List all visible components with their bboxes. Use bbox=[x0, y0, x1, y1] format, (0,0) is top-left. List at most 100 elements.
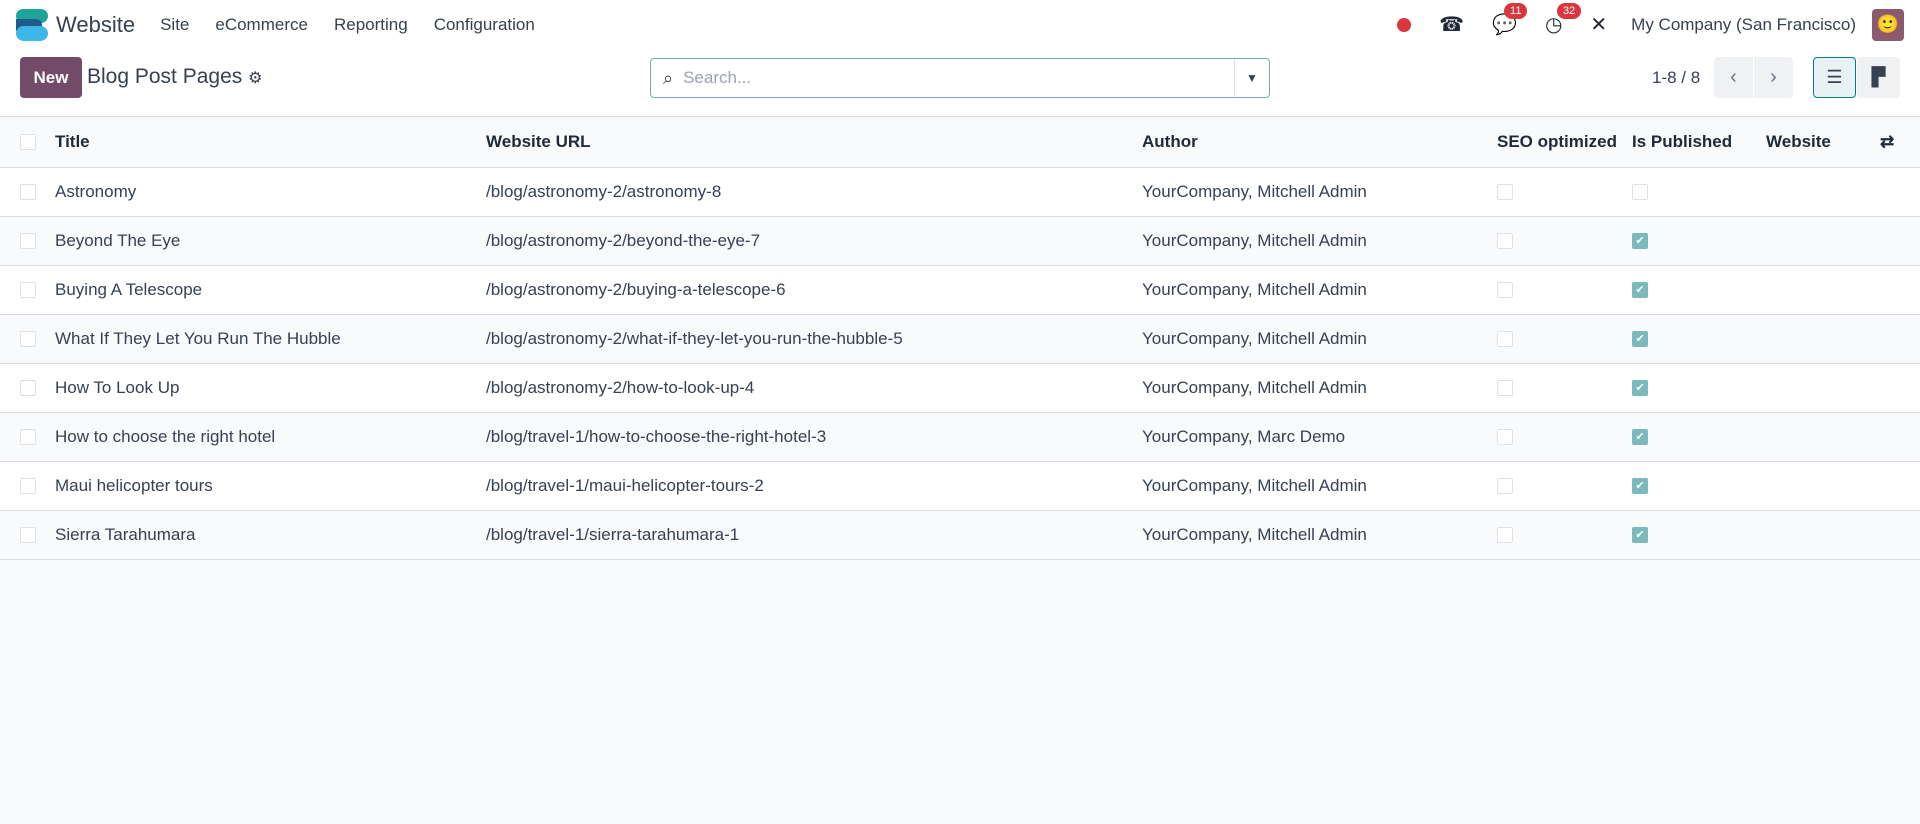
seo-optimized-checkbox bbox=[1497, 282, 1513, 299]
seo-optimized-checkbox bbox=[1497, 478, 1513, 495]
cell-website[interactable] bbox=[1766, 265, 1880, 315]
messages-badge: 11 bbox=[1504, 3, 1528, 19]
seo-optimized-checkbox bbox=[1497, 527, 1513, 544]
gear-icon[interactable]: ⚙ bbox=[248, 70, 262, 87]
row-select-checkbox[interactable] bbox=[20, 429, 36, 446]
row-select-checkbox[interactable] bbox=[20, 184, 36, 201]
is-published-checkbox: ✔ bbox=[1632, 478, 1648, 495]
cell-title[interactable]: How To Look Up bbox=[55, 363, 486, 413]
cell-website[interactable] bbox=[1766, 412, 1880, 462]
cell-website[interactable] bbox=[1766, 461, 1880, 511]
table-row[interactable]: Sierra Tarahumara /blog/travel-1/sierra-… bbox=[0, 510, 1920, 560]
select-all-checkbox[interactable] bbox=[20, 134, 36, 151]
search-options-toggle[interactable]: ▼ bbox=[1234, 59, 1269, 97]
is-published-checkbox: ✔ bbox=[1632, 380, 1648, 397]
row-select-checkbox[interactable] bbox=[20, 331, 36, 348]
caret-down-icon: ▼ bbox=[1246, 71, 1258, 85]
column-website[interactable]: Website bbox=[1766, 117, 1880, 168]
menu-site[interactable]: Site bbox=[160, 15, 189, 35]
column-seo-optimized[interactable]: SEO optimized bbox=[1497, 117, 1632, 168]
pager-next-button[interactable]: › bbox=[1754, 57, 1793, 98]
is-published-checkbox: ✔ bbox=[1632, 282, 1648, 299]
cell-author[interactable]: YourCompany, Mitchell Admin bbox=[1142, 265, 1497, 315]
cell-title[interactable]: How to choose the right hotel bbox=[55, 412, 486, 462]
table-row[interactable]: What If They Let You Run The Hubble /blo… bbox=[0, 314, 1920, 364]
company-switcher[interactable]: My Company (San Francisco) bbox=[1631, 15, 1856, 35]
menu-reporting[interactable]: Reporting bbox=[334, 15, 408, 35]
menu-ecommerce[interactable]: eCommerce bbox=[215, 15, 308, 35]
cell-website[interactable] bbox=[1766, 314, 1880, 364]
cell-title[interactable]: Astronomy bbox=[55, 167, 486, 217]
list-view-button[interactable]: ☰ bbox=[1813, 57, 1856, 98]
cell-title[interactable]: Maui helicopter tours bbox=[55, 461, 486, 511]
table-row[interactable]: Buying A Telescope /blog/astronomy-2/buy… bbox=[0, 265, 1920, 315]
pager-value[interactable]: 1-8 / 8 bbox=[1652, 68, 1700, 88]
seo-optimized-checkbox bbox=[1497, 380, 1513, 397]
cell-website-url[interactable]: /blog/travel-1/maui-helicopter-tours-2 bbox=[486, 461, 1142, 511]
column-website-url[interactable]: Website URL bbox=[486, 117, 1142, 168]
menu-configuration[interactable]: Configuration bbox=[434, 15, 535, 35]
cell-title[interactable]: Sierra Tarahumara bbox=[55, 510, 486, 560]
app-name[interactable]: Website bbox=[56, 12, 135, 38]
cell-title[interactable]: What If They Let You Run The Hubble bbox=[55, 314, 486, 364]
is-published-checkbox bbox=[1632, 184, 1648, 201]
cell-author[interactable]: YourCompany, Mitchell Admin bbox=[1142, 314, 1497, 364]
seo-optimized-checkbox bbox=[1497, 429, 1513, 446]
is-published-checkbox: ✔ bbox=[1632, 429, 1648, 446]
messages-icon[interactable]: 💬 11 bbox=[1492, 3, 1528, 37]
cell-title[interactable]: Buying A Telescope bbox=[55, 265, 486, 315]
breadcrumb-title: Blog Post Pages bbox=[87, 65, 243, 88]
cell-website-url[interactable]: /blog/astronomy-2/how-to-look-up-4 bbox=[486, 363, 1142, 413]
recording-dot-icon[interactable] bbox=[1397, 17, 1412, 32]
debug-tools-icon[interactable]: ✕ bbox=[1590, 12, 1607, 37]
cell-title[interactable]: Beyond The Eye bbox=[55, 216, 486, 266]
cell-website[interactable] bbox=[1766, 510, 1880, 560]
cell-website-url[interactable]: /blog/astronomy-2/what-if-they-let-you-r… bbox=[486, 314, 1142, 364]
row-select-checkbox[interactable] bbox=[20, 527, 36, 544]
list-icon: ☰ bbox=[1826, 67, 1843, 87]
row-select-checkbox[interactable] bbox=[20, 380, 36, 397]
cell-author[interactable]: YourCompany, Mitchell Admin bbox=[1142, 461, 1497, 511]
seo-optimized-checkbox bbox=[1497, 184, 1513, 201]
table-row[interactable]: Maui helicopter tours /blog/travel-1/mau… bbox=[0, 461, 1920, 511]
new-button[interactable]: New bbox=[20, 57, 82, 98]
cell-website-url[interactable]: /blog/astronomy-2/beyond-the-eye-7 bbox=[486, 216, 1142, 266]
cell-website-url[interactable]: /blog/astronomy-2/astronomy-8 bbox=[486, 167, 1142, 217]
table-row[interactable]: Astronomy /blog/astronomy-2/astronomy-8 … bbox=[0, 167, 1920, 217]
row-select-checkbox[interactable] bbox=[20, 233, 36, 250]
column-is-published[interactable]: Is Published bbox=[1632, 117, 1766, 168]
row-select-checkbox[interactable] bbox=[20, 478, 36, 495]
cell-website[interactable] bbox=[1766, 216, 1880, 266]
chevron-left-icon: ‹ bbox=[1730, 66, 1737, 88]
pager-previous-button[interactable]: ‹ bbox=[1714, 57, 1753, 98]
kanban-view-button[interactable]: ▛ bbox=[1857, 57, 1900, 98]
cell-website[interactable] bbox=[1766, 167, 1880, 217]
optional-columns-toggle-icon[interactable]: ⇄ bbox=[1880, 132, 1894, 151]
top-navbar: Website Site eCommerce Reporting Configu… bbox=[0, 0, 1920, 49]
cell-author[interactable]: YourCompany, Mitchell Admin bbox=[1142, 510, 1497, 560]
search-input[interactable] bbox=[683, 68, 1234, 88]
table-row[interactable]: How to choose the right hotel /blog/trav… bbox=[0, 412, 1920, 462]
activities-clock-icon[interactable]: ◷ 32 bbox=[1545, 3, 1582, 37]
table-row[interactable]: Beyond The Eye /blog/astronomy-2/beyond-… bbox=[0, 216, 1920, 266]
kanban-icon: ▛ bbox=[1871, 67, 1886, 87]
seo-optimized-checkbox bbox=[1497, 331, 1513, 348]
phone-icon[interactable]: ☎ bbox=[1439, 12, 1464, 37]
column-title[interactable]: Title bbox=[55, 117, 486, 168]
row-select-checkbox[interactable] bbox=[20, 282, 36, 299]
cell-author[interactable]: YourCompany, Marc Demo bbox=[1142, 412, 1497, 462]
activities-badge: 32 bbox=[1556, 3, 1582, 19]
website-app-logo-icon[interactable] bbox=[16, 8, 48, 41]
cell-website-url[interactable]: /blog/travel-1/how-to-choose-the-right-h… bbox=[486, 412, 1142, 462]
cell-author[interactable]: YourCompany, Mitchell Admin bbox=[1142, 216, 1497, 266]
table-row[interactable]: How To Look Up /blog/astronomy-2/how-to-… bbox=[0, 363, 1920, 413]
cell-website[interactable] bbox=[1766, 363, 1880, 413]
cell-website-url[interactable]: /blog/travel-1/sierra-tarahumara-1 bbox=[486, 510, 1142, 560]
user-avatar[interactable]: 🙂 bbox=[1872, 8, 1904, 41]
cell-author[interactable]: YourCompany, Mitchell Admin bbox=[1142, 167, 1497, 217]
cell-author[interactable]: YourCompany, Mitchell Admin bbox=[1142, 363, 1497, 413]
is-published-checkbox: ✔ bbox=[1632, 233, 1648, 250]
cell-website-url[interactable]: /blog/astronomy-2/buying-a-telescope-6 bbox=[486, 265, 1142, 315]
seo-optimized-checkbox bbox=[1497, 233, 1513, 250]
column-author[interactable]: Author bbox=[1142, 117, 1497, 168]
